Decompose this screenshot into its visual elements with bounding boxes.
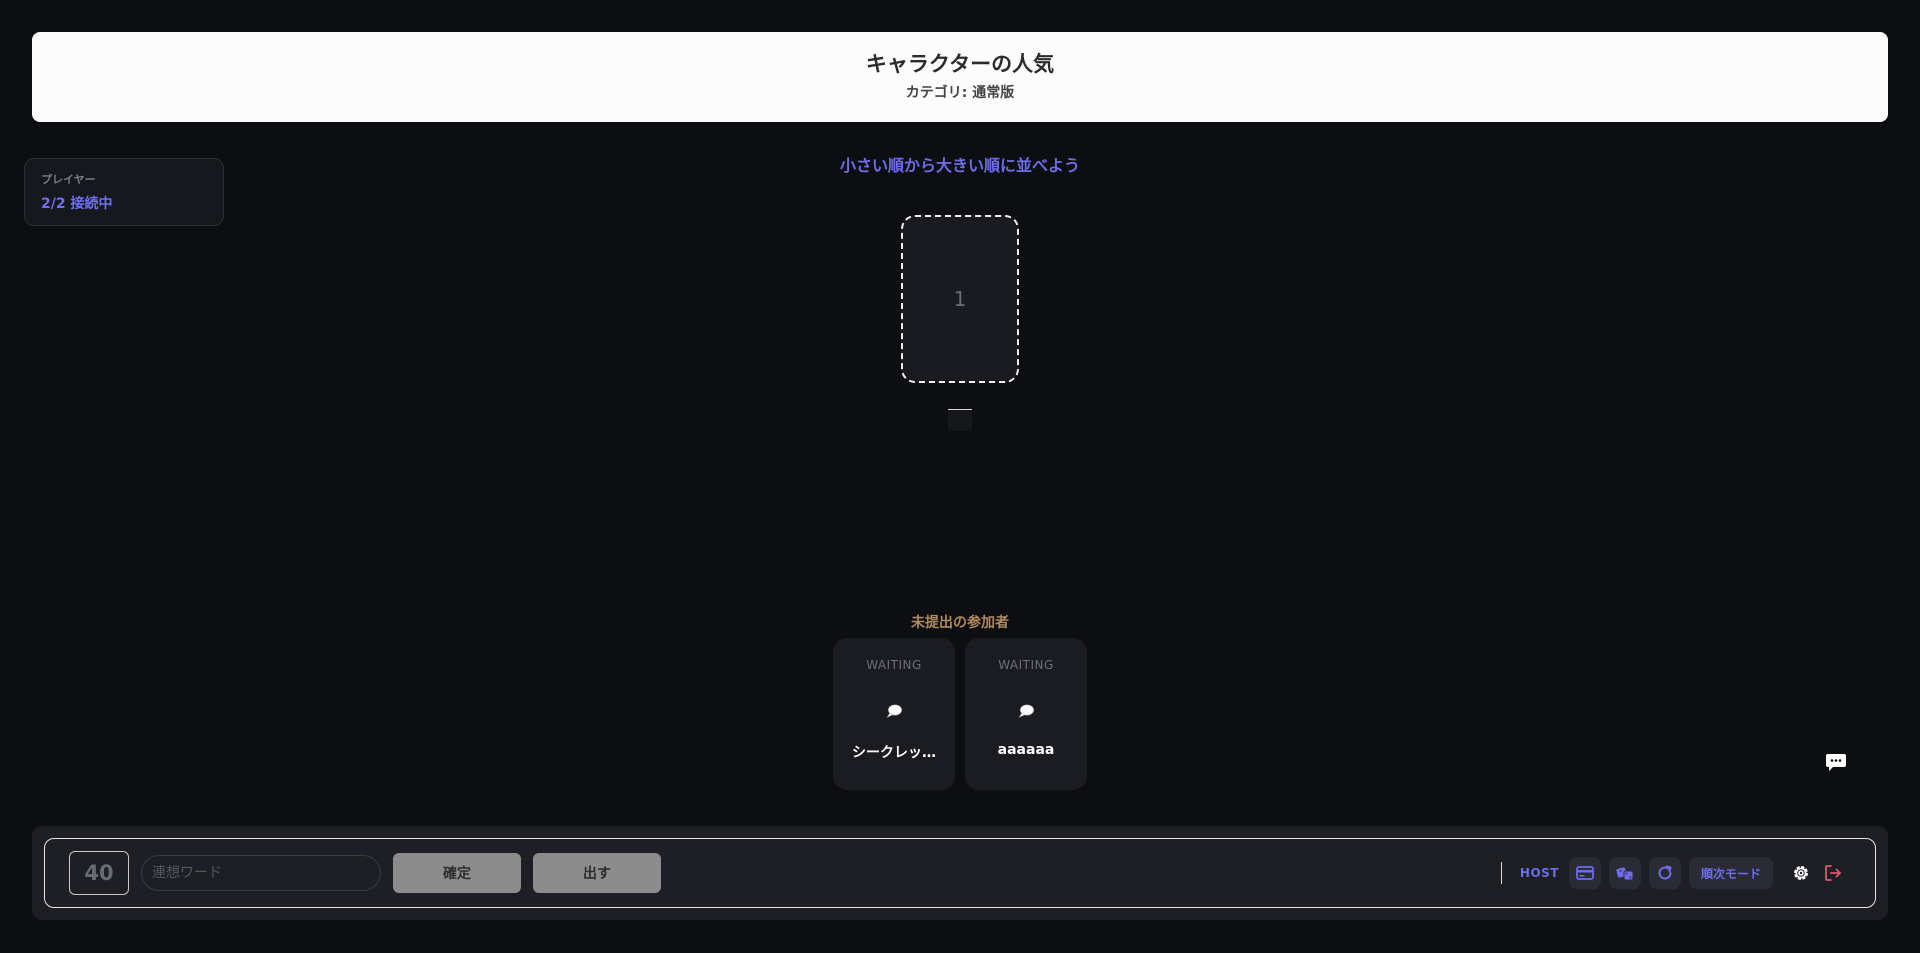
- submit-card-button[interactable]: 出す: [533, 853, 661, 893]
- pending-participants-title: 未提出の参加者: [911, 615, 1009, 631]
- participant-name: シークレッ…: [852, 745, 936, 761]
- participant-status: WAITING: [998, 658, 1054, 672]
- refresh-icon: [1658, 865, 1672, 880]
- chat-toggle-button[interactable]: [1824, 750, 1848, 774]
- control-bar-inner: 40 確定 出す HOST: [44, 838, 1876, 908]
- deal-cards-button[interactable]: [1568, 857, 1601, 889]
- participant-card: WAITING シークレッ…: [833, 638, 955, 790]
- my-number-display: 40: [69, 851, 129, 895]
- participant-card: WAITING aaaaaa: [965, 638, 1087, 790]
- sort-instruction: 小さい順から大きい順に並べよう: [839, 156, 1080, 175]
- sequential-mode-button[interactable]: 順次モード: [1688, 857, 1773, 889]
- reset-game-button[interactable]: [1648, 857, 1681, 889]
- dice-icon: [1616, 867, 1634, 881]
- chat-bubble-icon: [1826, 754, 1846, 771]
- player-connection-status: 2/2 接続中: [41, 196, 113, 212]
- settings-button[interactable]: [1787, 859, 1815, 887]
- host-label: HOST: [1519, 866, 1559, 880]
- pending-participants-list: WAITING シークレッ… WAITING aaaaaa: [833, 638, 1087, 790]
- association-word-input[interactable]: [141, 855, 381, 891]
- speech-bubble-icon: [1018, 704, 1034, 718]
- card-slot-1[interactable]: 1: [901, 215, 1019, 383]
- control-bar: 40 確定 出す HOST: [32, 826, 1888, 920]
- slot-marker: [948, 409, 972, 431]
- shuffle-button[interactable]: [1608, 857, 1641, 889]
- tool-divider: [1500, 862, 1502, 884]
- topic-category: カテゴリ: 通常版: [905, 84, 1015, 101]
- topic-banner: キャラクターの人気 カテゴリ: 通常版: [32, 32, 1888, 122]
- participant-status: WAITING: [866, 658, 922, 672]
- slot-number: 1: [953, 287, 967, 311]
- host-tools: HOST 順次モード: [1500, 839, 1847, 907]
- gear-icon: [1794, 866, 1808, 880]
- participant-name: aaaaaa: [997, 742, 1055, 758]
- card-icon: [1576, 866, 1594, 880]
- exit-room-button[interactable]: [1819, 859, 1847, 887]
- speech-bubble-icon: [886, 704, 902, 718]
- confirm-button[interactable]: 確定: [393, 853, 521, 893]
- topic-title: キャラクターの人気: [865, 52, 1055, 77]
- logout-icon: [1825, 865, 1841, 881]
